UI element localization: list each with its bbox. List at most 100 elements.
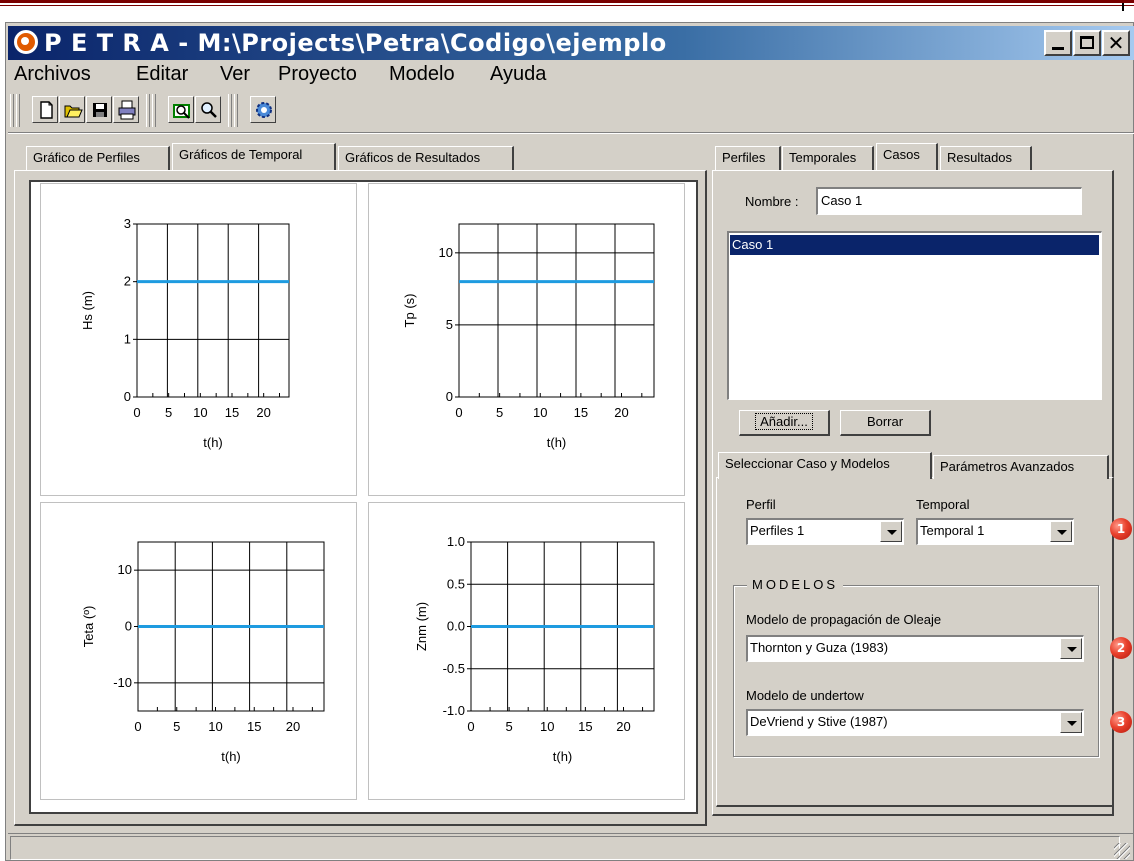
chart-tp-svg: 0 5 10 15 200510t(h)Tp (s) [402,223,655,450]
y-tick-label: 0 [125,619,132,634]
x-tick-label: 5 [496,405,503,420]
x-tick-label: 15 [578,719,592,734]
menu-editar[interactable]: Editar [136,61,188,87]
chart-teta-svg: 0 5 10 15 20 -10 0 10 t(h) Teta (º) [81,541,325,764]
temporal-select[interactable]: Temporal 1 [916,518,1074,545]
resize-grip-icon[interactable] [1114,843,1130,859]
page-tick [1122,3,1124,11]
y-axis-title: Tp (s) [402,294,417,328]
y-tick-label: 10 [439,245,453,260]
minimize-button[interactable] [1044,30,1072,56]
oleaje-select[interactable]: Thornton y Guza (1983) [746,635,1084,662]
x-axis-title: t(h) [553,749,573,764]
toolbar-grip[interactable] [152,94,156,127]
y-tick-label: 0.5 [447,576,465,591]
undertow-select[interactable]: DeVriend y Stive (1987) [746,709,1084,736]
chevron-down-icon[interactable] [1060,638,1082,659]
y-axis-title: Teta (º) [81,606,96,648]
tab-graficos-resultados[interactable]: Gráficos de Resultados [338,146,514,170]
menu-ver[interactable]: Ver [220,61,250,87]
menu-ayuda[interactable]: Ayuda [490,61,546,87]
tab-casos[interactable]: Casos [876,143,938,170]
step-badge-3: 3 [1110,711,1132,733]
modelos-group-label: MODELOS [747,577,844,592]
window-title: P E T R A - M:\Projects\Petra\Codigo\eje… [44,29,667,57]
casos-list[interactable]: Caso 1 [727,231,1102,400]
y-axis-title: Hs (m) [80,291,95,330]
add-case-label: Añadir... [755,413,813,430]
x-tick-label: 10 [533,405,547,420]
y-tick-label: 10 [118,562,132,577]
chevron-down-icon[interactable] [880,521,902,542]
tab-perfiles[interactable]: Perfiles [715,146,781,170]
toolbar-grip[interactable] [228,94,232,127]
open-folder-icon [64,105,83,118]
y-tick-label: 1.0 [447,534,465,549]
perfil-select[interactable]: Perfiles 1 [746,518,904,545]
add-case-button[interactable]: Añadir... [739,410,830,436]
y-tick-label: 1 [124,331,131,346]
x-tick-label: 0 [467,719,474,734]
perfil-value: Perfiles 1 [750,523,805,538]
new-file-icon [40,101,53,119]
delete-case-button[interactable]: Borrar [840,410,931,436]
nombre-input[interactable]: Caso 1 [816,187,1082,215]
perfil-label: Perfil [746,497,776,512]
menu-proyecto[interactable]: Proyecto [278,61,357,87]
step-badge-2: 2 [1110,637,1132,659]
chart-tp: 0 5 10 15 20 0 5 10 t(h) Tp (s) [368,183,685,496]
tab-grafico-perfiles[interactable]: Gráfico de Perfiles [26,146,170,170]
print-button[interactable] [113,96,139,123]
zoom-window-icon [173,104,190,119]
x-tick-label: 15 [574,405,588,420]
tab-resultados[interactable]: Resultados [940,146,1032,170]
tab-temporales[interactable]: Temporales [782,146,874,170]
x-axis-title: t(h) [203,435,223,450]
tab-seleccionar-caso[interactable]: Seleccionar Caso y Modelos [718,452,932,479]
x-tick-label: 0 [134,719,141,734]
chevron-down-icon[interactable] [1060,712,1082,733]
maximize-icon [1080,36,1094,49]
list-item[interactable]: Caso 1 [730,235,1099,255]
save-button[interactable] [86,96,112,123]
run-button[interactable] [250,96,276,123]
plot-frame [136,223,290,398]
chart-teta: 0 5 10 15 20 -10 0 10 t(h) Teta (º) [40,502,357,800]
chart-hs-svg: 0 5 10 15 20 0 1 2 3 t(h) Hs (m) [80,216,290,450]
menu-modelo[interactable]: Modelo [389,61,455,87]
tab-parametros-avanzados[interactable]: Parámetros Avanzados [933,455,1109,479]
zoom-button[interactable] [195,96,221,123]
oleaje-label: Modelo de propagación de Oleaje [746,612,942,627]
maximize-button[interactable] [1073,30,1101,56]
app-logo-icon[interactable] [14,30,38,54]
toolbar-grip[interactable] [16,94,20,127]
zoom-icon [201,102,217,118]
top-rule-thin [0,5,1134,6]
y-axis-title: Znm (m) [414,602,429,651]
temporal-label: Temporal [916,497,970,512]
nombre-label: Nombre : [745,194,799,209]
x-tick-label: 10 [540,719,554,734]
plot-frame [458,223,655,398]
x-axis-title: t(h) [221,749,241,764]
temporal-value: Temporal 1 [920,523,985,538]
toolbar-grip[interactable] [146,94,150,127]
x-tick-label: 0 [133,405,140,420]
toolbar-grip[interactable] [10,94,14,127]
zoom-window-button[interactable] [168,96,194,123]
new-file-button[interactable] [32,96,58,123]
menu-archivos[interactable]: Archivos [14,61,91,87]
close-button[interactable]: ✕ [1102,30,1130,56]
x-axis-title: t(h) [547,435,567,450]
open-button[interactable] [59,96,85,123]
toolbar-grip[interactable] [234,94,238,127]
tab-graficos-temporal[interactable]: Gráficos de Temporal [172,143,336,170]
chart-znm-svg: 0 5 10 15 20 -1.0 -0.5 0.0 0.5 1.0 t(h) Znm (m) [414,534,655,764]
chevron-down-icon[interactable] [1050,521,1072,542]
x-tick-label: 20 [616,719,630,734]
chart-znm: 0 5 10 15 20 -1.0 -0.5 0.0 0.5 1.0 t(h) Znm (m) [368,502,685,800]
y-tick-label: -1.0 [443,703,465,718]
toolbar-separator [8,132,1134,134]
y-tick-label: 0 [446,389,453,404]
oleaje-value: Thornton y Guza (1983) [750,640,889,655]
